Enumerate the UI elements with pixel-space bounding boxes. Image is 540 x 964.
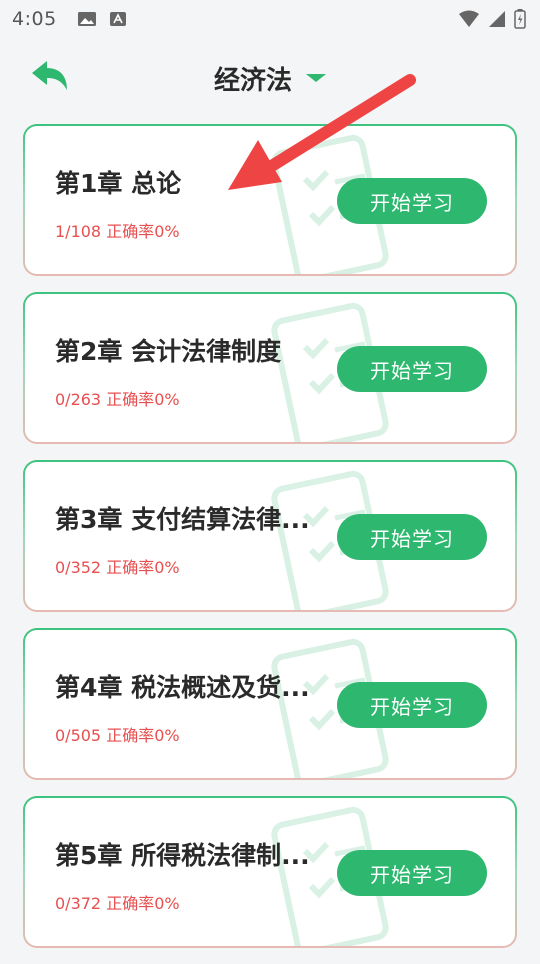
status-icons-right (458, 9, 526, 29)
chapter-card[interactable]: 第2章 会计法律制度 0/263 正确率0% 开始学习 (23, 292, 517, 444)
wifi-icon (459, 10, 479, 27)
chapter-card-body: 第4章 税法概述及货... 0/505 正确率0% 开始学习 (25, 630, 515, 778)
chapter-card[interactable]: 第1章 总论 1/108 正确率0% 开始学习 (23, 124, 517, 276)
chapter-card[interactable]: 第4章 税法概述及货... 0/505 正确率0% 开始学习 (23, 628, 517, 780)
image-icon (77, 12, 96, 26)
battery-icon (514, 9, 526, 29)
start-study-button[interactable]: 开始学习 (337, 682, 487, 728)
chapter-stats: 1/108 正确率0% (55, 222, 180, 241)
chapter-card[interactable]: 第3章 支付结算法律... 0/352 正确率0% 开始学习 (23, 460, 517, 612)
chapter-card-body: 第2章 会计法律制度 0/263 正确率0% 开始学习 (25, 294, 515, 442)
chapter-title: 第4章 税法概述及货... (55, 673, 310, 702)
start-study-button[interactable]: 开始学习 (337, 346, 487, 392)
status-icons-left (77, 11, 127, 27)
header: 经济法 (0, 38, 540, 118)
page-title: 经济法 (213, 65, 292, 96)
start-study-button[interactable]: 开始学习 (337, 850, 487, 896)
chapter-card-body: 第5章 所得税法律制... 0/372 正确率0% 开始学习 (25, 798, 515, 946)
font-a-icon (109, 12, 126, 26)
chapter-title: 第1章 总论 (55, 169, 182, 198)
start-study-button[interactable]: 开始学习 (337, 178, 487, 224)
subject-selector[interactable]: 经济法 (214, 60, 326, 97)
status-time: 4:05 (12, 8, 57, 30)
status-bar: 4:05 (0, 0, 540, 38)
chapter-stats: 0/352 正确率0% (55, 558, 180, 577)
chapter-title: 第5章 所得税法律制... (55, 841, 310, 870)
chapter-card[interactable]: 第5章 所得税法律制... 0/372 正确率0% 开始学习 (23, 796, 517, 948)
chapter-stats: 0/372 正确率0% (55, 894, 180, 913)
chapter-card-body: 第3章 支付结算法律... 0/352 正确率0% 开始学习 (25, 462, 515, 610)
back-arrow-icon (32, 61, 67, 90)
chapter-title: 第2章 会计法律制度 (55, 337, 282, 366)
signal-icon (489, 11, 505, 27)
chapter-card-body: 第1章 总论 1/108 正确率0% 开始学习 (25, 126, 515, 274)
back-button[interactable] (28, 56, 72, 96)
chapter-stats: 0/263 正确率0% (55, 390, 180, 409)
chapter-stats: 0/505 正确率0% (55, 726, 180, 745)
start-study-button[interactable]: 开始学习 (337, 514, 487, 560)
chapter-title: 第3章 支付结算法律... (55, 505, 310, 534)
chapter-list: 第1章 总论 1/108 正确率0% 开始学习 第2章 会计法律制度 0/263… (23, 124, 517, 964)
caret-down-icon (306, 74, 326, 82)
